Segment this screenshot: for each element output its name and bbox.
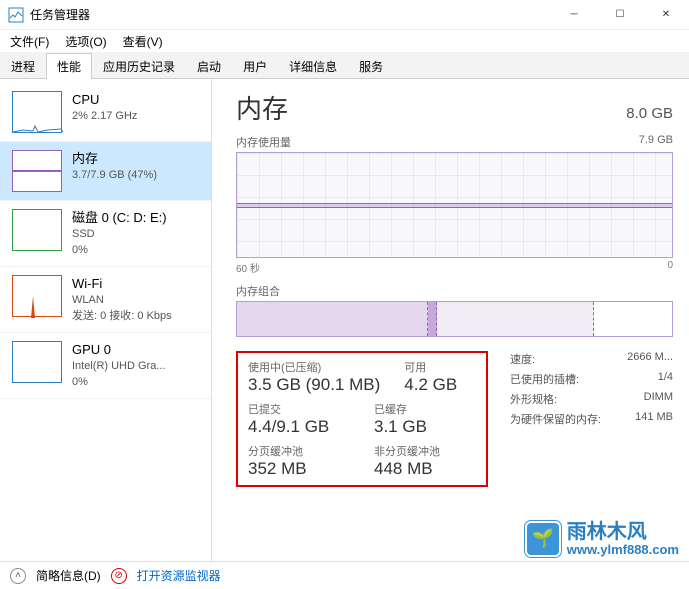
tab-performance[interactable]: 性能 — [46, 53, 92, 79]
tab-users[interactable]: 用户 — [232, 53, 278, 79]
stat-value: 448 MB — [374, 459, 476, 479]
stats-highlighted: 使用中(已压缩)3.5 GB (90.1 MB) 可用4.2 GB 已提交4.4… — [236, 351, 488, 487]
sidebar-label: GPU 0 — [72, 341, 166, 359]
cpu-thumb-chart — [12, 91, 62, 133]
stat-value: 352 MB — [248, 459, 350, 479]
sidebar-item-gpu[interactable]: GPU 0 Intel(R) UHD Gra... 0% — [0, 333, 211, 399]
sidebar-sub2: 0% — [72, 375, 166, 390]
stat-value: 4.2 GB — [404, 375, 476, 395]
x-axis-right: 0 — [667, 260, 673, 275]
sidebar-item-disk[interactable]: 磁盘 0 (C: D: E:) SSD 0% — [0, 201, 211, 267]
sidebar-label: 内存 — [72, 150, 157, 168]
gpu-thumb-chart — [12, 341, 62, 383]
window-controls: ─ ☐ ✕ — [551, 0, 689, 30]
detail-key: 外形规格: — [510, 391, 557, 407]
watermark-text: 雨林木风 — [567, 521, 679, 543]
sidebar-sub: 2% 2.17 GHz — [72, 109, 137, 124]
window-title: 任务管理器 — [30, 6, 551, 23]
sidebar-sub: Intel(R) UHD Gra... — [72, 359, 166, 374]
composition-label: 内存组合 — [236, 283, 673, 299]
open-resource-monitor-link[interactable]: 打开资源监视器 — [137, 567, 221, 584]
stat-label: 非分页缓冲池 — [374, 443, 476, 459]
app-icon — [8, 7, 24, 23]
stat-value: 4.4/9.1 GB — [248, 417, 350, 437]
brief-info-link[interactable]: 简略信息(D) — [36, 567, 101, 584]
close-button[interactable]: ✕ — [643, 0, 689, 30]
menu-file[interactable]: 文件(F) — [4, 31, 55, 52]
menu-view[interactable]: 查看(V) — [117, 31, 169, 52]
sidebar: CPU 2% 2.17 GHz 内存 3.7/7.9 GB (47%) 磁盘 0… — [0, 79, 212, 563]
disk-thumb-chart — [12, 209, 62, 251]
detail-val: 141 MB — [635, 411, 673, 427]
tab-startup[interactable]: 启动 — [186, 53, 232, 79]
detail-key: 速度: — [510, 351, 535, 367]
watermark: 🌱 雨林木风 www.ylmf888.com — [525, 521, 679, 557]
stat-label: 可用 — [404, 359, 476, 375]
watermark-logo-icon: 🌱 — [525, 521, 561, 557]
stat-label: 已缓存 — [374, 401, 476, 417]
sidebar-item-wifi[interactable]: Wi-Fi WLAN 发送: 0 接收: 0 Kbps — [0, 267, 211, 333]
page-title: 内存 — [236, 89, 288, 126]
detail-key: 为硬件保留的内存: — [510, 411, 601, 427]
minimize-button[interactable]: ─ — [551, 0, 597, 30]
detail-val: 1/4 — [658, 371, 673, 387]
tab-apphistory[interactable]: 应用历史记录 — [92, 53, 186, 79]
titlebar: 任务管理器 ─ ☐ ✕ — [0, 0, 689, 30]
detail-key: 已使用的插槽: — [510, 371, 579, 387]
no-entry-icon: ⊘ — [111, 568, 127, 584]
menu-options[interactable]: 选项(O) — [59, 31, 112, 52]
composition-chart[interactable] — [236, 301, 673, 337]
sidebar-sub2: 发送: 0 接收: 0 Kbps — [72, 309, 172, 324]
tab-details[interactable]: 详细信息 — [278, 53, 348, 79]
usage-chart[interactable] — [236, 152, 673, 258]
wifi-thumb-chart — [12, 275, 62, 317]
main-panel: 内存 8.0 GB 内存使用量 7.9 GB 60 秒 0 内存组合 使用中(已… — [212, 79, 689, 563]
sidebar-sub2: 0% — [72, 243, 167, 258]
sidebar-sub: SSD — [72, 227, 167, 242]
stats-details: 速度: 2666 M... 已使用的插槽: 1/4 外形规格: DIMM 为硬件保留的… — [510, 351, 673, 487]
maximize-button[interactable]: ☐ — [597, 0, 643, 30]
tabstrip: 进程 性能 应用历史记录 启动 用户 详细信息 服务 — [0, 52, 689, 79]
statusbar: ˄ 简略信息(D) ⊘ 打开资源监视器 — [0, 561, 689, 589]
stat-label: 使用中(已压缩) — [248, 359, 380, 375]
sidebar-sub: WLAN — [72, 293, 172, 308]
detail-val: DIMM — [644, 391, 673, 407]
memory-thumb-chart — [12, 150, 62, 192]
chevron-up-icon[interactable]: ˄ — [10, 568, 26, 584]
stat-label: 分页缓冲池 — [248, 443, 350, 459]
x-axis-left: 60 秒 — [236, 260, 260, 275]
tab-services[interactable]: 服务 — [348, 53, 394, 79]
sidebar-sub: 3.7/7.9 GB (47%) — [72, 168, 157, 183]
memory-total: 8.0 GB — [626, 105, 673, 122]
sidebar-item-cpu[interactable]: CPU 2% 2.17 GHz — [0, 83, 211, 142]
watermark-url: www.ylmf888.com — [567, 543, 679, 557]
usage-label: 内存使用量 — [236, 134, 291, 150]
stat-label: 已提交 — [248, 401, 350, 417]
sidebar-item-memory[interactable]: 内存 3.7/7.9 GB (47%) — [0, 142, 211, 201]
stat-value: 3.1 GB — [374, 417, 476, 437]
tab-processes[interactable]: 进程 — [0, 53, 46, 79]
detail-val: 2666 M... — [627, 351, 673, 367]
sidebar-label: CPU — [72, 91, 137, 109]
stat-value: 3.5 GB (90.1 MB) — [248, 375, 380, 395]
sidebar-label: 磁盘 0 (C: D: E:) — [72, 209, 167, 227]
usage-max: 7.9 GB — [639, 134, 673, 150]
menubar: 文件(F) 选项(O) 查看(V) — [0, 30, 689, 52]
sidebar-label: Wi-Fi — [72, 275, 172, 293]
